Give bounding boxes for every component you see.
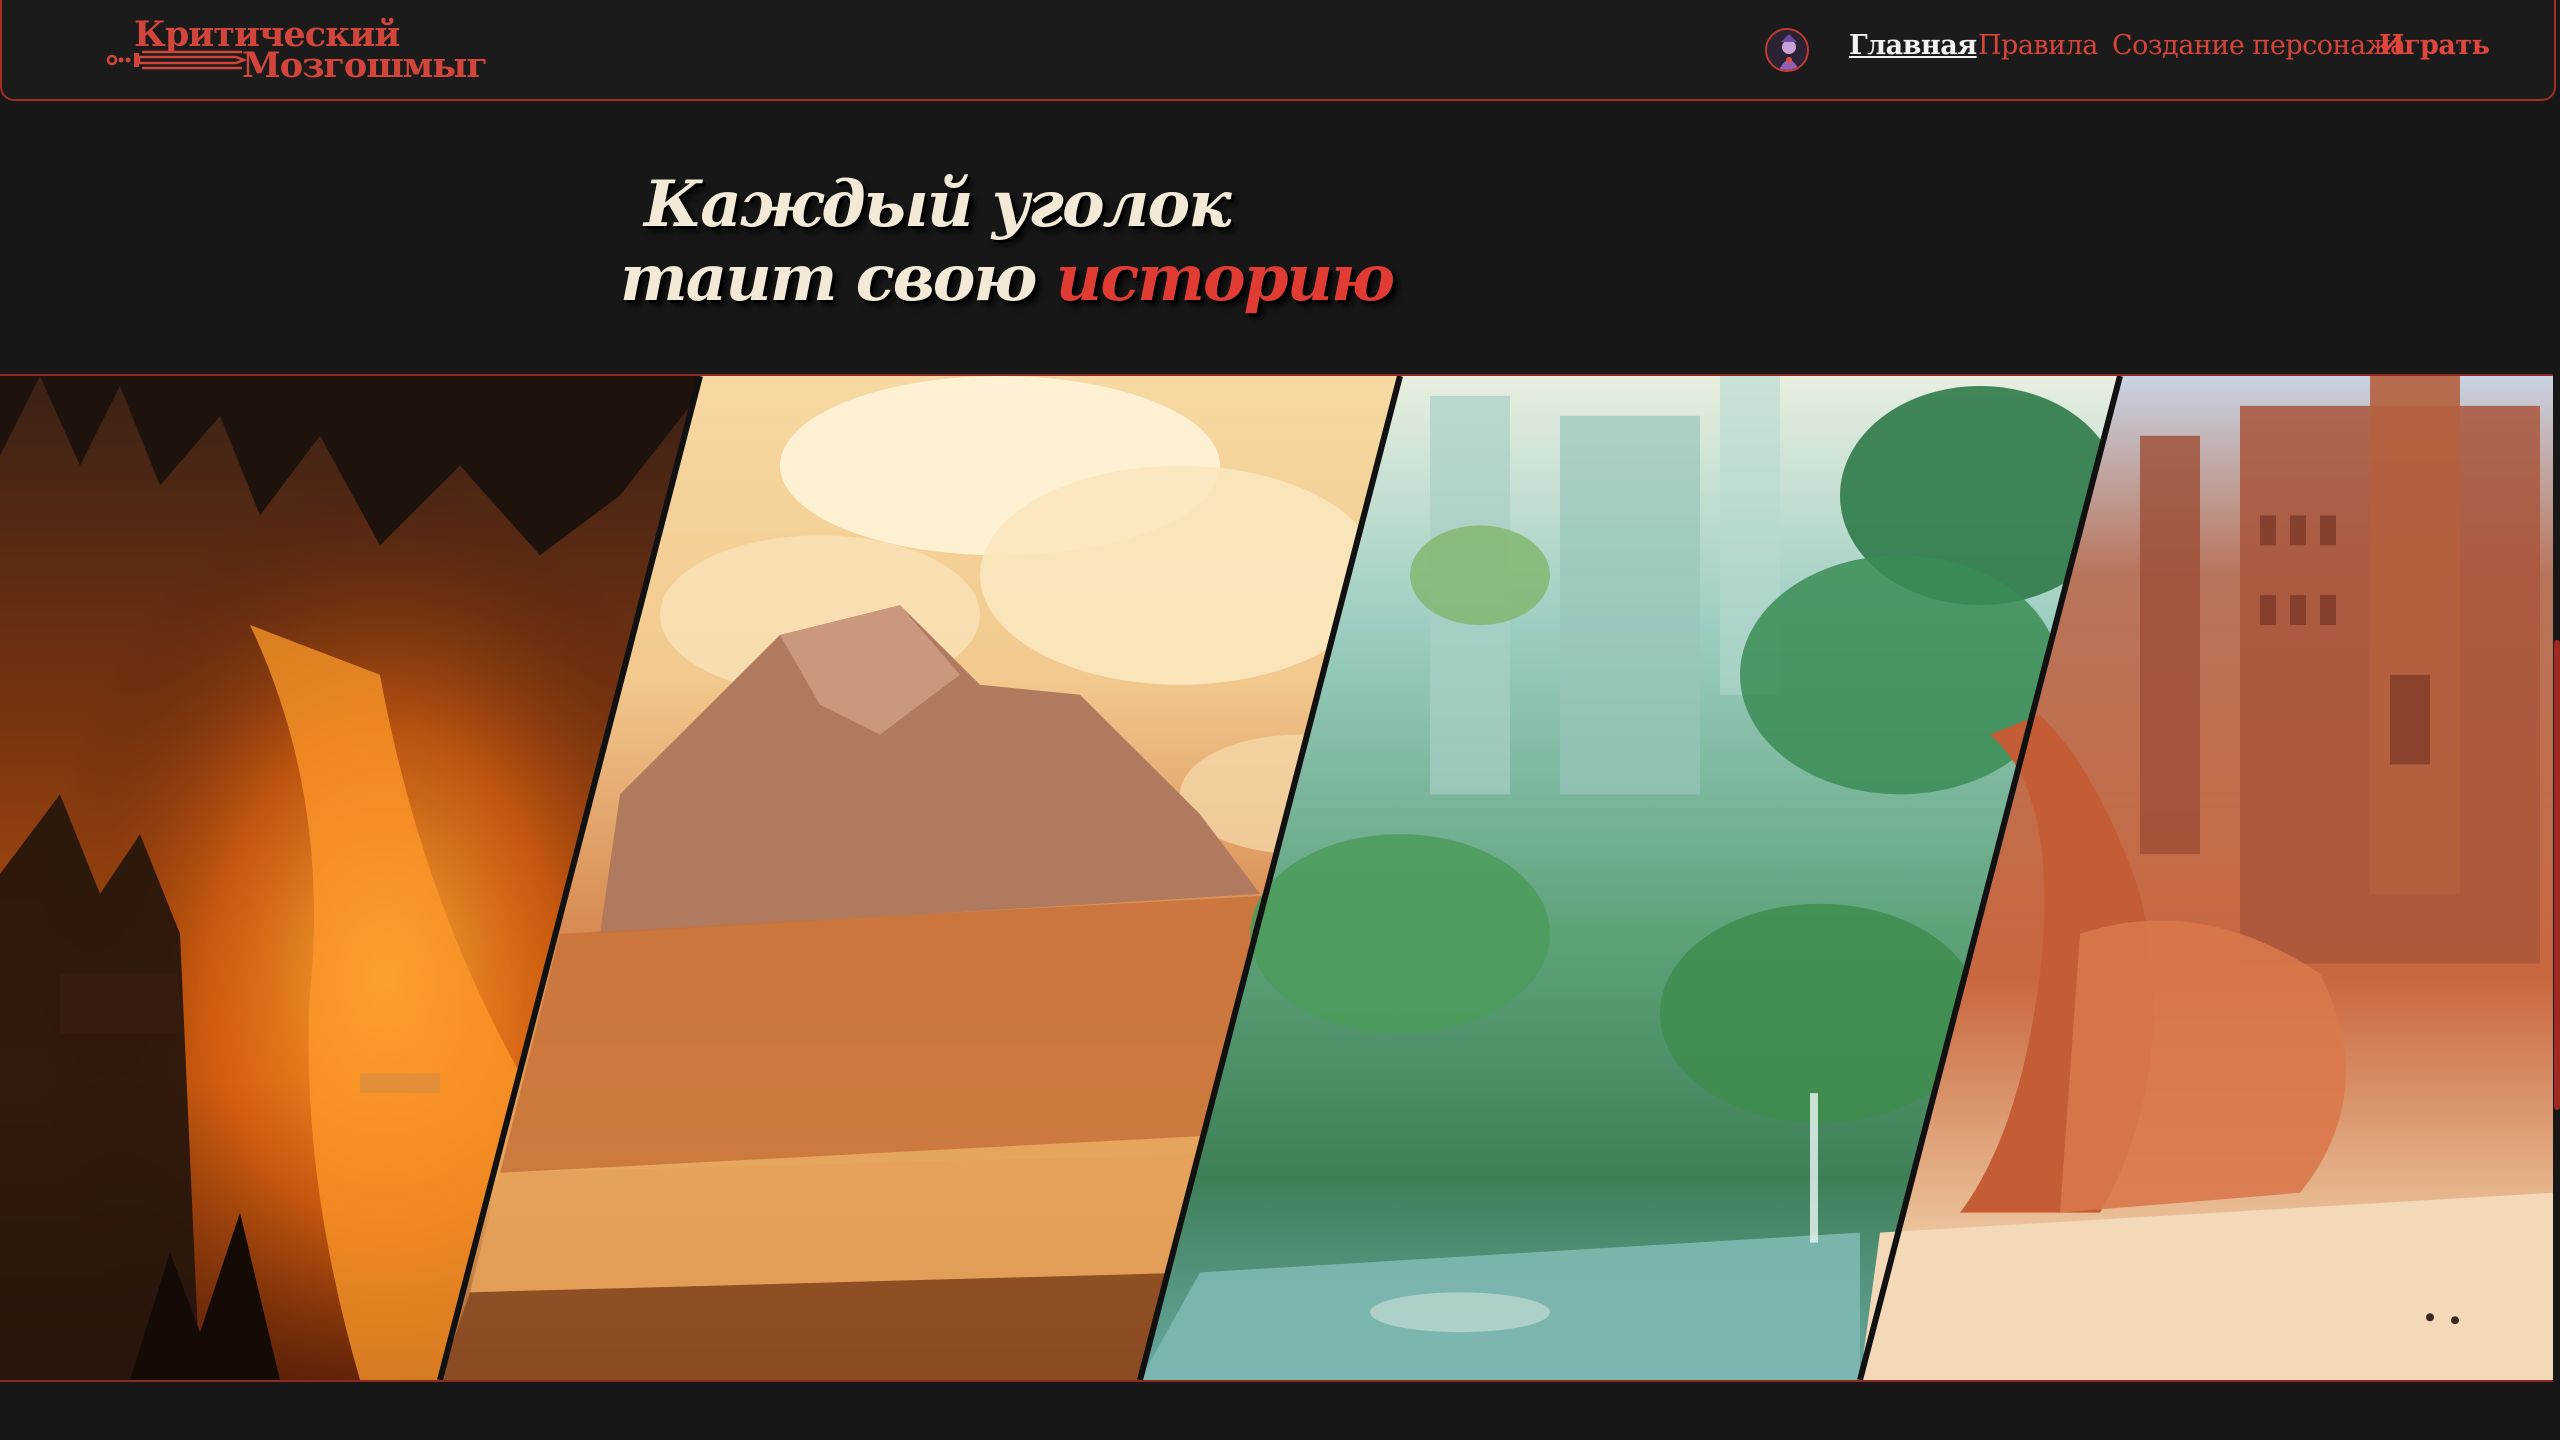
user-avatar[interactable] xyxy=(1765,28,1809,72)
page-scrollbar[interactable] xyxy=(2554,640,2560,1110)
hero-title-line2-prefix: таит свою xyxy=(620,241,1056,316)
hero-title-line2: таит свою историю xyxy=(620,242,1400,316)
gallery-canvas xyxy=(0,376,2553,1380)
nav-rules-link[interactable]: Правила xyxy=(1978,30,2098,61)
locations-gallery xyxy=(0,374,2553,1382)
logo-text-line2: Мозгошмыг xyxy=(242,45,488,86)
hero-title-accent: историю xyxy=(1055,241,1395,316)
site-logo[interactable]: Критический Мозгошмыг xyxy=(106,14,488,86)
nav-play-link[interactable]: Играть xyxy=(2379,30,2490,61)
nav-home-link[interactable]: Главная xyxy=(1849,30,1977,61)
site-header: Критический Мозгошмыг Главная Правила Со… xyxy=(0,0,2556,101)
avatar-icon xyxy=(1767,30,1807,70)
hero-title: Каждый уголок таит свою историю xyxy=(620,168,1400,316)
nav-create-character-link[interactable]: Создание персонажа xyxy=(2112,30,2406,61)
hero-title-line1: Каждый уголок xyxy=(644,167,1232,242)
